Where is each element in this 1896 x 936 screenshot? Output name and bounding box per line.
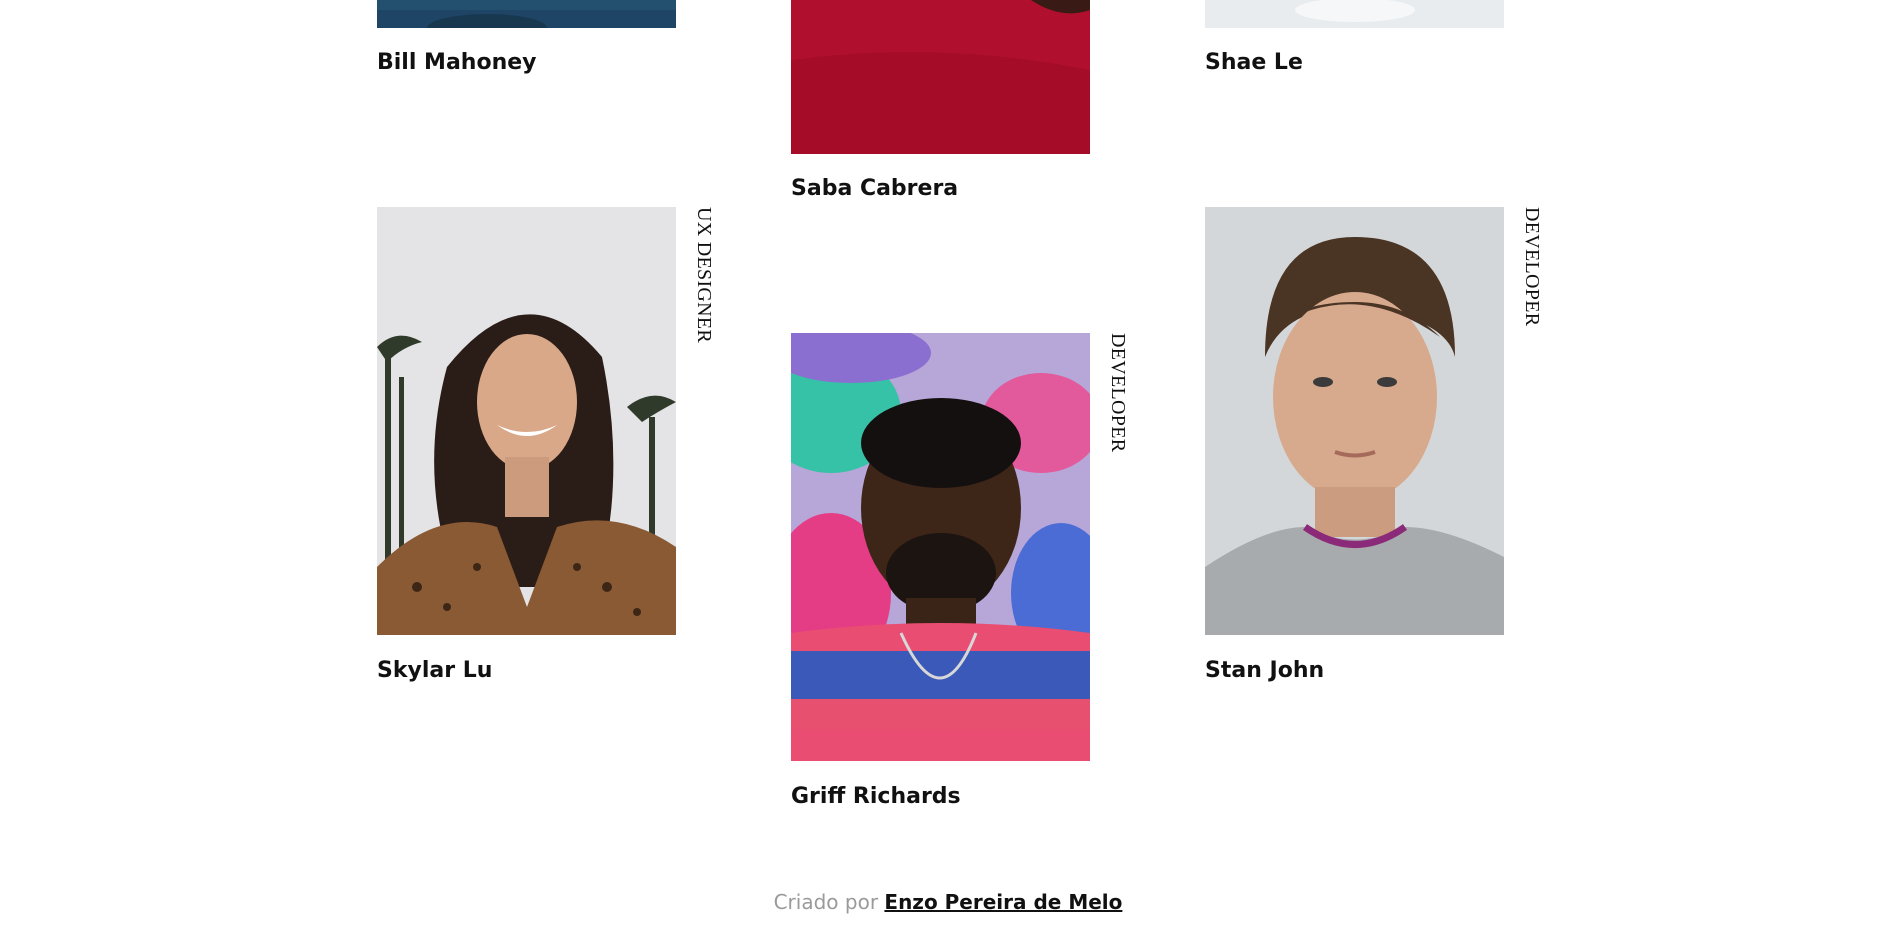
team-photo-saba-cabrera bbox=[791, 0, 1090, 154]
team-photo-skylar-lu bbox=[377, 207, 676, 635]
team-card-stan-john: DEVELOPER Stan John bbox=[1205, 207, 1543, 683]
team-role-skylar-lu: UX DESIGNER bbox=[693, 207, 715, 344]
team-page: Bill Mahoney Saba Cabrera Shae Le UX DES… bbox=[0, 0, 1896, 936]
footer-author-link[interactable]: Enzo Pereira de Melo bbox=[884, 890, 1122, 914]
team-role-griff-richards: DEVELOPER bbox=[1107, 333, 1129, 453]
team-photo-stan-john bbox=[1205, 207, 1504, 635]
team-name-griff-richards: Griff Richards bbox=[791, 784, 961, 809]
team-photo-griff-richards bbox=[791, 333, 1090, 761]
team-photo-shae-le bbox=[1205, 0, 1504, 28]
team-photo-bill-mahoney bbox=[377, 0, 676, 28]
team-name-skylar-lu: Skylar Lu bbox=[377, 658, 493, 683]
team-name-saba-cabrera: Saba Cabrera bbox=[791, 176, 959, 201]
team-name-stan-john: Stan John bbox=[1205, 658, 1325, 683]
team-role-stan-john: DEVELOPER bbox=[1521, 207, 1543, 327]
footer-credit: Criado por Enzo Pereira de Melo bbox=[0, 890, 1896, 914]
footer-prefix: Criado por bbox=[773, 890, 879, 914]
team-card-skylar-lu: UX DESIGNER Skylar Lu bbox=[377, 207, 715, 683]
team-card-griff-richards: DEVELOPER Griff Richards bbox=[791, 333, 1129, 809]
team-name-bill-mahoney: Bill Mahoney bbox=[377, 50, 537, 75]
team-name-shae-le: Shae Le bbox=[1205, 50, 1303, 75]
